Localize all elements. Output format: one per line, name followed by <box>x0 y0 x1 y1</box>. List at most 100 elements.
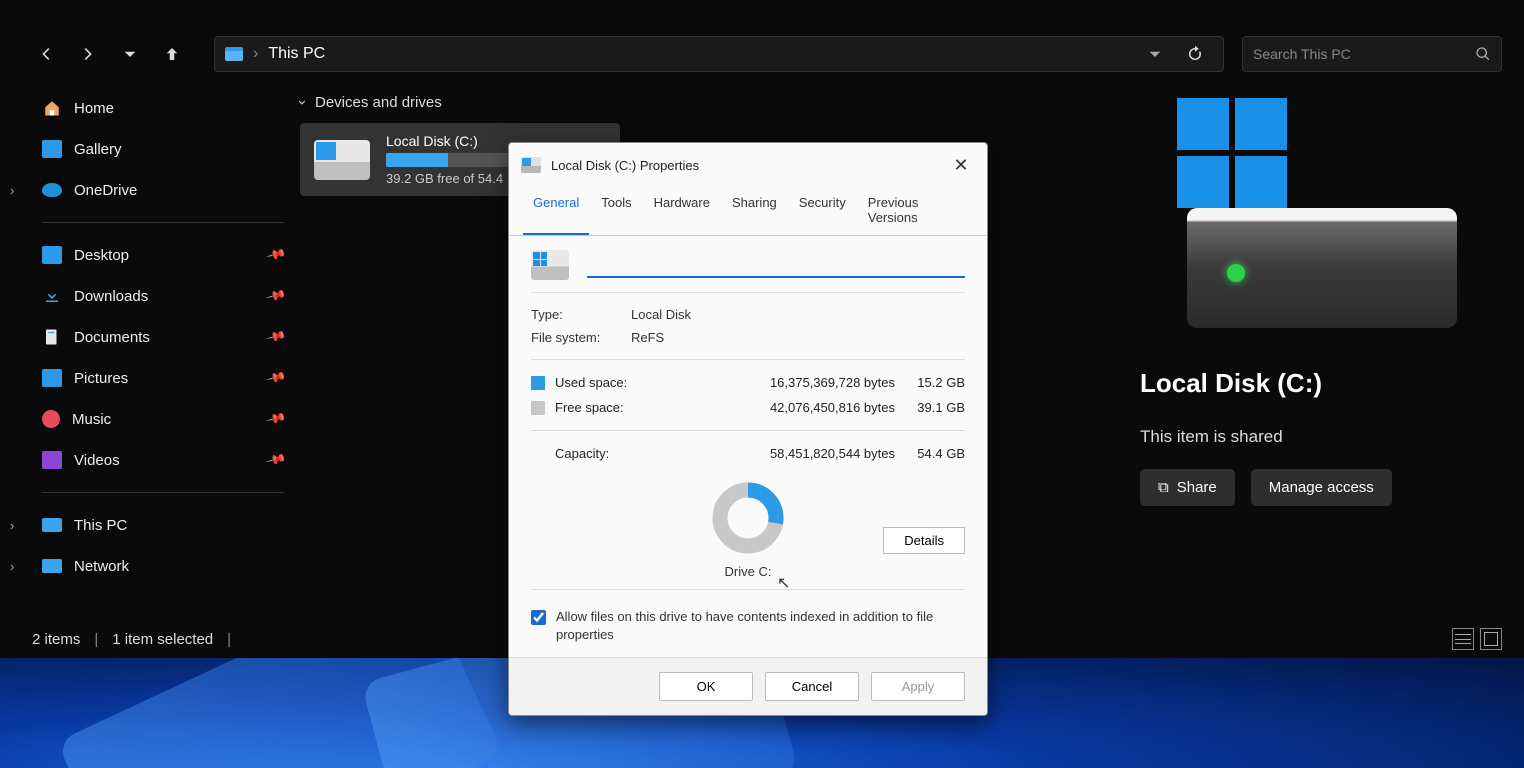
used-space-bytes: 16,375,369,728 bytes <box>745 375 895 390</box>
documents-icon <box>42 328 62 346</box>
shared-status-label: This item is shared <box>1140 427 1484 447</box>
this-pc-icon <box>225 47 243 61</box>
drive-icon <box>314 140 370 180</box>
type-label: Type: <box>531 307 631 322</box>
index-contents-label[interactable]: Allow files on this drive to have conten… <box>556 608 965 643</box>
tab-general[interactable]: General <box>523 187 589 235</box>
sidebar-item-thispc[interactable]: ›This PC <box>28 505 298 545</box>
chevron-right-icon[interactable]: › <box>10 559 24 574</box>
sidebar-item-pictures[interactable]: Pictures📌 <box>28 358 298 398</box>
details-button[interactable]: Details <box>883 527 965 554</box>
tab-security[interactable]: Security <box>789 187 856 235</box>
pin-icon: 📌 <box>265 326 287 348</box>
pin-icon: 📌 <box>265 285 287 307</box>
used-space-swatch <box>531 376 545 390</box>
type-value: Local Disk <box>631 307 691 322</box>
address-dropdown-button[interactable] <box>1137 36 1173 72</box>
sidebar-item-gallery[interactable]: Gallery <box>28 129 298 169</box>
desktop-icon <box>42 246 62 264</box>
index-contents-checkbox[interactable] <box>531 610 546 625</box>
chevron-down-icon[interactable]: › <box>294 100 311 105</box>
sidebar-label: Network <box>74 558 129 575</box>
free-space-bytes: 42,076,450,816 bytes <box>745 400 895 415</box>
manage-access-button[interactable]: Manage access <box>1251 469 1392 506</box>
usage-donut-chart <box>710 480 786 556</box>
music-icon <box>42 410 60 428</box>
share-button[interactable]: ⧉Share <box>1140 469 1235 506</box>
sidebar-item-downloads[interactable]: Downloads 📌 <box>28 276 298 316</box>
breadcrumb-location[interactable]: This PC <box>268 45 325 63</box>
tab-previous-versions[interactable]: Previous Versions <box>858 187 973 235</box>
share-icon: ⧉ <box>1158 479 1169 496</box>
capacity-bytes: 58,451,820,544 bytes <box>745 446 895 461</box>
this-pc-icon <box>42 518 62 532</box>
cancel-button[interactable]: Cancel <box>765 672 859 701</box>
sidebar-item-onedrive[interactable]: ›OneDrive <box>28 170 298 210</box>
sidebar-item-desktop[interactable]: Desktop 📌 <box>28 235 298 275</box>
sidebar-label: Home <box>74 100 114 117</box>
details-pane: Local Disk (C:) This item is shared ⧉Sha… <box>1122 88 1502 516</box>
sidebar-item-music[interactable]: Music 📌 <box>28 399 298 439</box>
tab-hardware[interactable]: Hardware <box>644 187 720 235</box>
drive-label-input[interactable] <box>587 252 965 278</box>
used-space-readable: 15.2 GB <box>905 375 965 390</box>
navigation-bar: › This PC <box>28 34 1502 74</box>
refresh-button[interactable] <box>1177 36 1213 72</box>
sidebar-label: Music <box>72 411 111 428</box>
sidebar-label: Documents <box>74 329 150 346</box>
sidebar-label: This PC <box>74 517 127 534</box>
gallery-icon <box>42 140 62 158</box>
dialog-titlebar[interactable]: Local Disk (C:) Properties ✕ <box>509 143 987 187</box>
pin-icon: 📌 <box>265 408 287 430</box>
filesystem-label: File system: <box>531 330 631 345</box>
chevron-right-icon[interactable]: › <box>10 518 24 533</box>
pin-icon: 📌 <box>265 244 287 266</box>
properties-dialog: Local Disk (C:) Properties ✕ General Too… <box>508 142 988 716</box>
status-selected-count: 1 item selected <box>112 631 213 648</box>
dialog-title: Local Disk (C:) Properties <box>551 158 699 173</box>
pin-icon: 📌 <box>265 449 287 471</box>
free-space-readable: 39.1 GB <box>905 400 965 415</box>
large-icons-view-button[interactable] <box>1480 628 1502 650</box>
forward-button[interactable] <box>70 36 106 72</box>
sidebar-separator <box>42 222 284 223</box>
drive-icon <box>531 250 569 280</box>
up-button[interactable] <box>154 36 190 72</box>
details-view-button[interactable] <box>1452 628 1474 650</box>
sidebar-label: Downloads <box>74 288 148 305</box>
breadcrumb-separator-icon: › <box>253 45 258 63</box>
chevron-right-icon[interactable]: › <box>10 183 24 198</box>
sidebar-item-home[interactable]: Home <box>28 88 298 128</box>
back-button[interactable] <box>28 36 64 72</box>
drive-icon <box>521 157 541 173</box>
sidebar-item-videos[interactable]: Videos📌 <box>28 440 298 480</box>
sidebar-item-network[interactable]: ›Network <box>28 546 298 586</box>
search-box[interactable] <box>1242 36 1502 72</box>
sidebar-item-documents[interactable]: Documents 📌 <box>28 317 298 357</box>
capacity-readable: 54.4 GB <box>905 446 965 461</box>
close-button[interactable]: ✕ <box>947 151 975 179</box>
tab-sharing[interactable]: Sharing <box>722 187 787 235</box>
recent-locations-button[interactable] <box>112 36 148 72</box>
pin-icon: 📌 <box>265 367 287 389</box>
status-items-count: 2 items <box>32 631 80 648</box>
network-icon <box>42 559 62 573</box>
filesystem-value: ReFS <box>631 330 664 345</box>
apply-button[interactable]: Apply <box>871 672 965 701</box>
ok-button[interactable]: OK <box>659 672 753 701</box>
section-devices-and-drives[interactable]: › Devices and drives <box>300 94 1104 111</box>
search-input[interactable] <box>1253 46 1475 62</box>
tab-tools[interactable]: Tools <box>591 187 641 235</box>
address-bar[interactable]: › This PC <box>214 36 1224 72</box>
videos-icon <box>42 451 62 469</box>
free-space-swatch <box>531 401 545 415</box>
sidebar-label: Gallery <box>74 141 122 158</box>
pictures-icon <box>42 369 62 387</box>
used-space-label: Used space: <box>555 375 735 390</box>
downloads-icon <box>42 287 62 305</box>
search-icon <box>1475 46 1491 62</box>
sidebar: Home Gallery ›OneDrive Desktop 📌 Download… <box>28 88 298 587</box>
drive-preview-icon <box>1167 98 1457 328</box>
sidebar-label: Desktop <box>74 247 129 264</box>
sidebar-separator <box>42 492 284 493</box>
